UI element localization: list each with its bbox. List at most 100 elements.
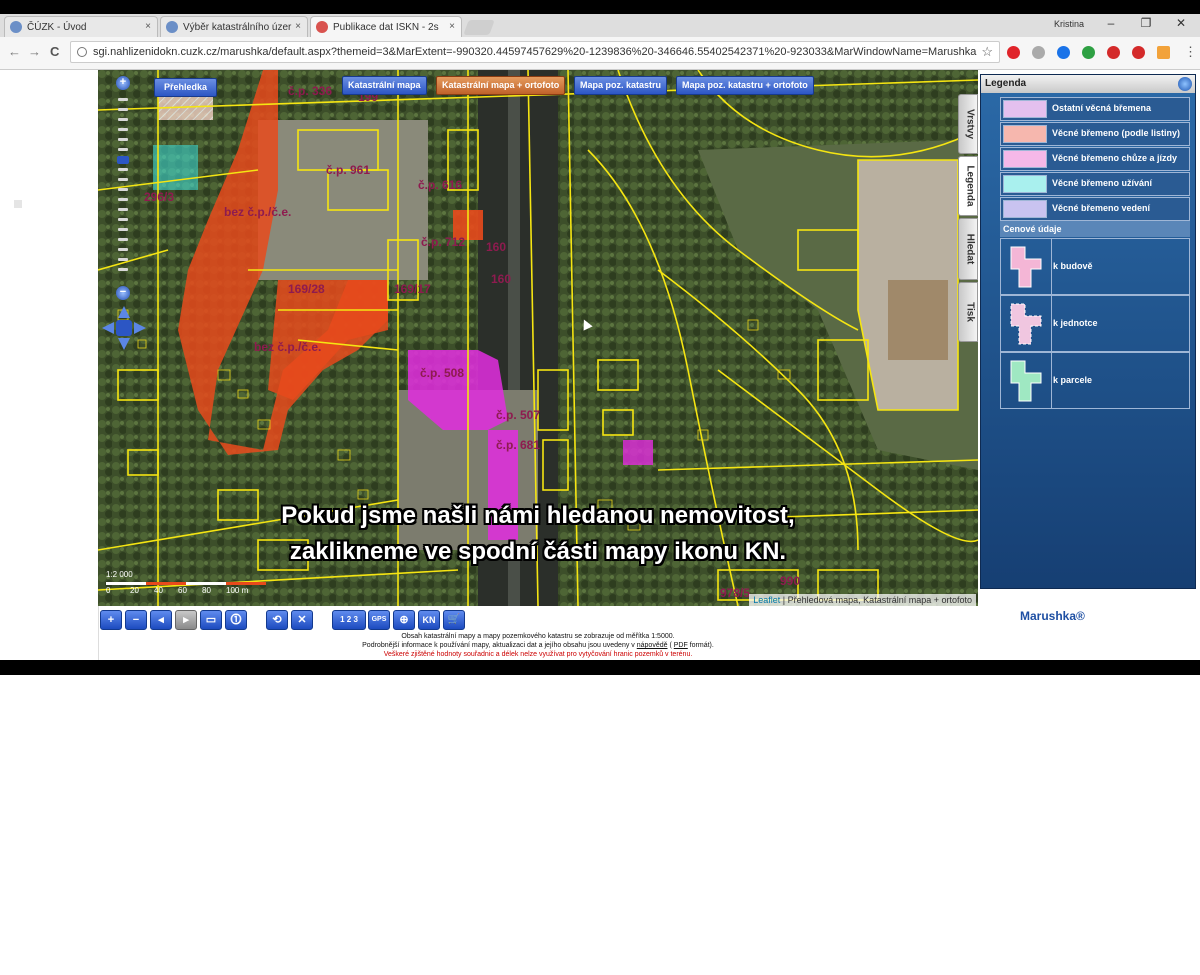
zoom-tick [118,138,128,141]
tab-label: Výběr katastrálního úzer [183,22,292,33]
pan-left-icon[interactable] [102,322,114,334]
address-bar[interactable]: sgi.nahlizenidokn.cuzk.cz/marushka/defau… [70,41,1000,63]
restore-icon[interactable]: ❐ [1131,16,1161,30]
parcel-label: 160 [491,272,512,286]
grammarly-extension-icon[interactable] [1082,46,1095,59]
tab-legenda[interactable]: Legenda [958,156,978,216]
layer-button-label: Mapa poz. katastru + ortofoto [682,80,808,90]
tab-close-icon[interactable]: × [449,21,455,32]
forward-icon[interactable]: → [28,44,41,59]
new-tab-button[interactable] [463,20,495,35]
profile-name[interactable]: Kristina [1054,19,1084,29]
legend-item: Věcné břemeno chůze a jízdy [1000,147,1190,171]
kn-button[interactable]: KN [418,610,440,630]
legend-header: Legenda [981,75,1195,93]
parcel-label: 169/28 [288,282,325,296]
zoom-slider[interactable]: + − [116,76,130,301]
back-icon[interactable]: ← [8,44,21,59]
legend-item-label: Věcné břemeno (podle listiny) [1052,128,1181,138]
window-close-icon[interactable]: ✕ [1166,16,1196,30]
tab-close-icon[interactable]: × [145,21,151,32]
pan-up-icon[interactable] [118,306,130,318]
legend-item: Ostatní věcná břemena [1000,97,1190,121]
zoom-out-button[interactable]: − [125,610,147,630]
side-tab-label: Legenda [964,165,976,207]
footer-line: Obsah katastrální mapy a mapy pozemkovéh… [401,633,675,640]
legend-item-label: Ostatní věcná břemena [1052,103,1152,113]
zoom-tick [118,128,128,131]
zoom-tick [118,208,128,211]
zoom-tick [118,108,128,111]
opera-extension-icon[interactable] [1007,46,1020,59]
legend-swatch [1003,100,1047,118]
gps-button[interactable]: GPS [368,610,390,630]
layer-button-label: Katastrální mapa + ortofoto [442,80,560,90]
bookmark-star-icon[interactable]: ☆ [981,42,993,62]
legend-item-label: Věcné břemeno vedení [1052,203,1151,213]
scale-segment [106,582,146,585]
scale-tick-label: 60 [178,586,187,595]
layer-button-katastralni-mapa-ortofoto[interactable]: Katastrální mapa + ortofoto [436,76,566,95]
tab-hledat[interactable]: Hledat [958,218,978,280]
refresh-button[interactable]: ⟲ [266,610,288,630]
play-extension-icon[interactable] [1057,46,1070,59]
pan-control[interactable] [102,306,146,350]
scale-tick-label: 0 [106,586,111,595]
minimize-icon[interactable]: – [1096,16,1126,30]
layer-button-mapa-poz-katastru[interactable]: Mapa poz. katastru [574,76,668,95]
clear-button[interactable]: ✕ [291,610,313,630]
iskn-favicon-icon [316,21,328,33]
footer-text: Podrobnější informace k používání mapy, … [362,642,635,649]
video-extension-icon[interactable] [1107,46,1120,59]
layer-button-mapa-poz-katastru-ortofoto[interactable]: Mapa poz. katastru + ortofoto [676,76,814,95]
layer-button-prehledka[interactable]: Přehledka [154,78,218,97]
site-info-icon[interactable] [77,47,87,57]
layer-button-katastralni-mapa[interactable]: Katastrální mapa [342,76,427,95]
zoom-tick [118,178,128,181]
layer-button-label: Mapa poz. katastru [580,80,662,90]
margin-marker [14,200,22,208]
tab-vrstvy[interactable]: Vrstvy [958,94,978,154]
pan-center-icon[interactable] [116,320,132,336]
leaflet-link[interactable]: Leaflet [753,595,780,605]
browser-menu-icon[interactable]: ⋮ [1184,44,1197,60]
scale-tick-label: 100 m [226,586,249,595]
measure-button[interactable]: 1 2 3 [332,610,366,630]
pdf-link[interactable]: PDF [674,642,688,649]
map-canvas[interactable]: č.p. 336 199 č.p. 961 č.p. 616 č.p. 712 … [98,70,978,606]
tab-cuzk-uvod[interactable]: ČÚZK - Úvod × [4,16,158,37]
url-text: sgi.nahlizenidokn.cuzk.cz/marushka/defau… [93,46,977,58]
map-toolbar: + − ◂ ▸ ▭ ⓵ ⟲ ✕ 1 2 3 GPS ⊕ KN 🛒 [100,610,480,632]
zoom-in-icon[interactable]: + [116,76,130,90]
zoom-in-button[interactable]: + [100,610,122,630]
next-view-button[interactable]: ▸ [175,610,197,630]
tab-close-icon[interactable]: × [295,21,301,32]
pan-down-icon[interactable] [118,338,130,350]
mail-extension-icon[interactable] [1157,46,1170,59]
map-footer: Obsah katastrální mapy a mapy pozemkovéh… [98,632,978,659]
tab-tisk[interactable]: Tisk [958,282,978,342]
zoom-slider-handle[interactable] [117,156,129,164]
zoom-tick [118,198,128,201]
s-extension-icon[interactable] [1132,46,1145,59]
subtitle-line: zaklikneme ve spodní části mapy ikonu KN… [289,538,787,565]
parcel-label: 990 [780,574,801,588]
reload-icon[interactable]: C [50,44,59,59]
help-link[interactable]: nápovědě [637,642,668,649]
legend-item-label: Věcné břemeno chůze a jízdy [1052,153,1178,163]
pan-right-icon[interactable] [134,322,146,334]
zoom-out-icon[interactable]: − [116,286,130,300]
tab-publikace-dat-iskn[interactable]: Publikace dat ISKN - 2s × [310,16,462,37]
legend-item: Věcné břemeno vedení [1000,197,1190,221]
parcel-label: bez č.p./č.e. [224,205,292,219]
zoom-box-button[interactable]: ▭ [200,610,222,630]
info-button[interactable]: ⓵ [225,610,247,630]
parcel-shape-icon [1001,353,1052,408]
cart-button[interactable]: 🛒 [443,610,465,630]
legend-toggle-icon[interactable] [1178,77,1192,91]
tab-vyber-katastralniho[interactable]: Výběr katastrálního úzer × [160,16,308,37]
extension-icon[interactable] [1032,46,1045,59]
parcel-label: bez č.p./č.e. [254,340,322,354]
previous-view-button[interactable]: ◂ [150,610,172,630]
locate-button[interactable]: ⊕ [393,610,415,630]
